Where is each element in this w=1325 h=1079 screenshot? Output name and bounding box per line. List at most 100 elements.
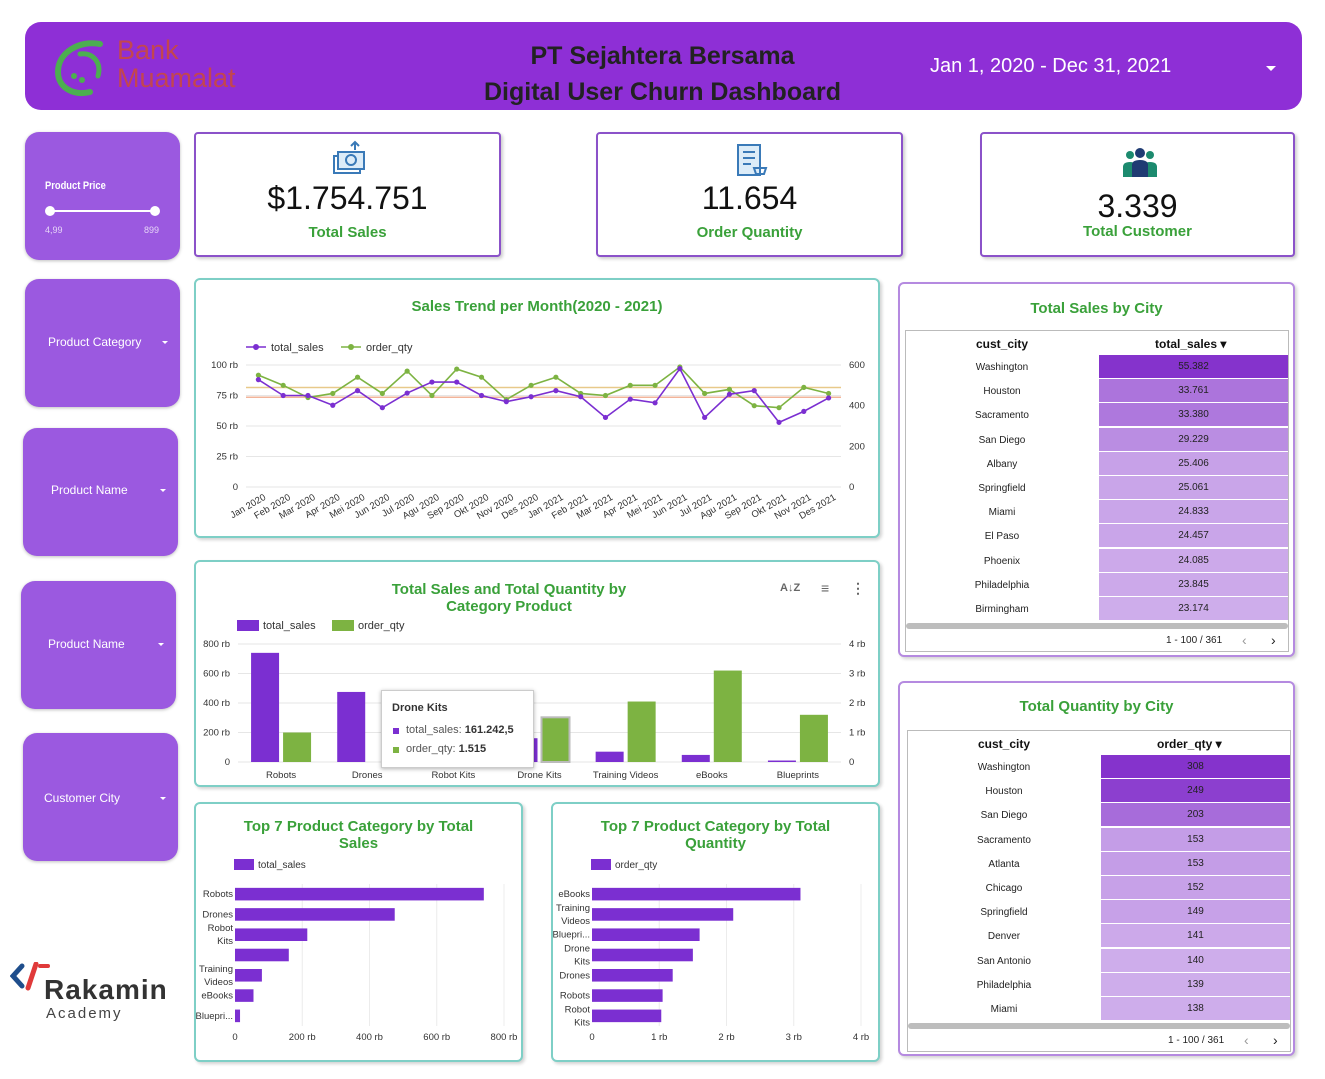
- data-point-total_sales: [751, 388, 757, 394]
- cell-value: 249: [1101, 779, 1290, 803]
- table-row[interactable]: Albany 25.406: [906, 451, 1288, 476]
- tooltip-title: Drone Kits: [392, 702, 448, 714]
- table-title: Total Quantity by City: [1019, 698, 1174, 715]
- date-range-picker[interactable]: Jan 1, 2020 - Dec 31, 2021: [930, 55, 1171, 78]
- prev-page-icon[interactable]: ‹: [1244, 1032, 1249, 1048]
- tooltip-value: 1.515: [458, 743, 487, 755]
- column-header[interactable]: cust_city: [976, 337, 1028, 351]
- y-tick-label: Drones: [559, 970, 590, 981]
- kpi-value: $1.754.751: [267, 180, 428, 216]
- data-point-order_qty: [528, 382, 534, 388]
- slider-min-handle[interactable]: [45, 206, 55, 216]
- table-row[interactable]: San Diego 203: [908, 803, 1290, 827]
- chevron-down-icon[interactable]: [158, 643, 164, 646]
- next-page-icon[interactable]: ›: [1271, 632, 1276, 648]
- column-header[interactable]: cust_city: [978, 737, 1030, 751]
- data-point-order_qty: [255, 372, 261, 378]
- product-category-filter[interactable]: Product Category: [25, 279, 180, 407]
- table-row[interactable]: Chicago 152: [908, 876, 1290, 900]
- chart-tooltip: Drone Kits total_sales: 161.242,5 order_…: [381, 690, 534, 768]
- y-tick-right: 0: [849, 757, 854, 768]
- cell-city: Springfield: [978, 483, 1026, 494]
- cell-city: Philadelphia: [974, 579, 1030, 591]
- table-row[interactable]: Miami 138: [908, 997, 1290, 1021]
- table-row[interactable]: Houston 33.761: [906, 379, 1288, 403]
- x-tick-label: 1 rb: [651, 1032, 667, 1043]
- chevron-down-icon[interactable]: [160, 797, 166, 800]
- table-row[interactable]: Washington 308: [908, 755, 1290, 779]
- cell-city: San Antonio: [977, 955, 1031, 967]
- category-filter-label: Product Category: [48, 335, 142, 349]
- horizontal-scrollbar[interactable]: [908, 1023, 1290, 1029]
- date-dropdown-icon[interactable]: [1266, 66, 1276, 71]
- y-tick-label: Robot: [565, 1004, 591, 1015]
- customer-city-filter[interactable]: Customer City: [23, 733, 178, 861]
- bar-total-sales: [681, 754, 710, 762]
- cell-value: 139: [1101, 972, 1290, 996]
- table-row[interactable]: Sacramento 33.380: [906, 403, 1288, 427]
- table-row[interactable]: Sacramento 153: [908, 827, 1290, 852]
- table-row[interactable]: Philadelphia 23.845: [906, 572, 1288, 597]
- x-tick-label: Drones: [352, 770, 383, 781]
- legend-marker-order-qty: [348, 344, 354, 350]
- y-tick-label: Videos: [561, 916, 590, 927]
- table-row[interactable]: Birmingham 23.174: [906, 597, 1288, 621]
- bar: [592, 908, 734, 921]
- product-name-filter-1[interactable]: Product Name: [23, 428, 178, 556]
- table-row[interactable]: El Paso 24.457: [906, 524, 1288, 548]
- table-row[interactable]: Philadelphia 139: [908, 972, 1290, 997]
- bar-order-qty: [799, 714, 828, 762]
- product-price-slider[interactable]: Product Price 4,99 899: [25, 132, 180, 260]
- table-row[interactable]: Miami 24.833: [906, 500, 1288, 524]
- bar-total-sales: [595, 751, 624, 762]
- chevron-down-icon[interactable]: [160, 489, 166, 492]
- table-row[interactable]: Phoenix 24.085: [906, 548, 1288, 573]
- x-tick-label: 2 rb: [718, 1032, 734, 1043]
- horizontal-scrollbar[interactable]: [906, 623, 1288, 629]
- x-tick-label: 3 rb: [786, 1032, 802, 1043]
- cell-value: 25.406: [1099, 451, 1288, 475]
- cell-value: 138: [1101, 997, 1290, 1020]
- prev-page-icon[interactable]: ‹: [1242, 632, 1247, 648]
- y-tick-left: 0: [225, 757, 230, 768]
- cell-value: 23.174: [1099, 597, 1288, 620]
- table-row[interactable]: Houston 249: [908, 779, 1290, 803]
- table-row[interactable]: Denver 141: [908, 924, 1290, 948]
- y-tick-right: 600: [849, 360, 865, 371]
- customers-group-icon: [1121, 147, 1159, 184]
- data-point-total_sales: [826, 395, 832, 401]
- table-row[interactable]: Washington 55.382: [906, 355, 1288, 379]
- kpi-order-quantity: 11.654 Order Quantity: [596, 132, 903, 257]
- column-header-sorted[interactable]: total_sales ▾: [1155, 337, 1226, 351]
- cell-value: 55.382: [1099, 355, 1288, 378]
- chevron-down-icon[interactable]: [162, 341, 168, 344]
- pagination-text: 1 - 100 / 361: [1168, 1035, 1225, 1046]
- y-tick-label: eBooks: [201, 991, 233, 1002]
- data-point-total_sales: [677, 366, 683, 372]
- table-row[interactable]: Springfield 149: [908, 900, 1290, 924]
- slider-track[interactable]: [49, 210, 155, 212]
- table-row[interactable]: Atlanta 153: [908, 851, 1290, 876]
- logo-line2: Muamalat: [117, 63, 236, 93]
- data-point-total_sales: [404, 390, 410, 396]
- qty-by-city-card: Total Quantity by City cust_city order_qt…: [898, 681, 1295, 1056]
- product-name-filter-2[interactable]: Product Name: [21, 581, 176, 709]
- table-row[interactable]: San Diego 29.229: [906, 427, 1288, 452]
- slider-max-handle[interactable]: [150, 206, 160, 216]
- table-row[interactable]: Springfield 25.061: [906, 476, 1288, 500]
- column-header-sorted[interactable]: order_qty ▾: [1157, 737, 1222, 751]
- cell-value: 33.380: [1099, 403, 1288, 427]
- price-max: 899: [144, 225, 160, 235]
- category-combo-card: Total Sales and Total Quantity by Catego…: [194, 560, 880, 787]
- data-point-total_sales: [627, 396, 633, 402]
- table-row[interactable]: San Antonio 140: [908, 948, 1290, 973]
- bank-logo-text: Bank Muamalat: [117, 36, 236, 92]
- price-min: 4,99: [45, 225, 63, 235]
- cell-city: Denver: [987, 931, 1021, 943]
- next-page-icon[interactable]: ›: [1273, 1032, 1278, 1048]
- data-point-order_qty: [354, 374, 361, 380]
- data-point-total_sales: [354, 388, 361, 394]
- y-tick-label: Training: [556, 903, 590, 914]
- data-point-order_qty: [330, 390, 336, 397]
- y-tick-right: 0: [849, 482, 854, 493]
